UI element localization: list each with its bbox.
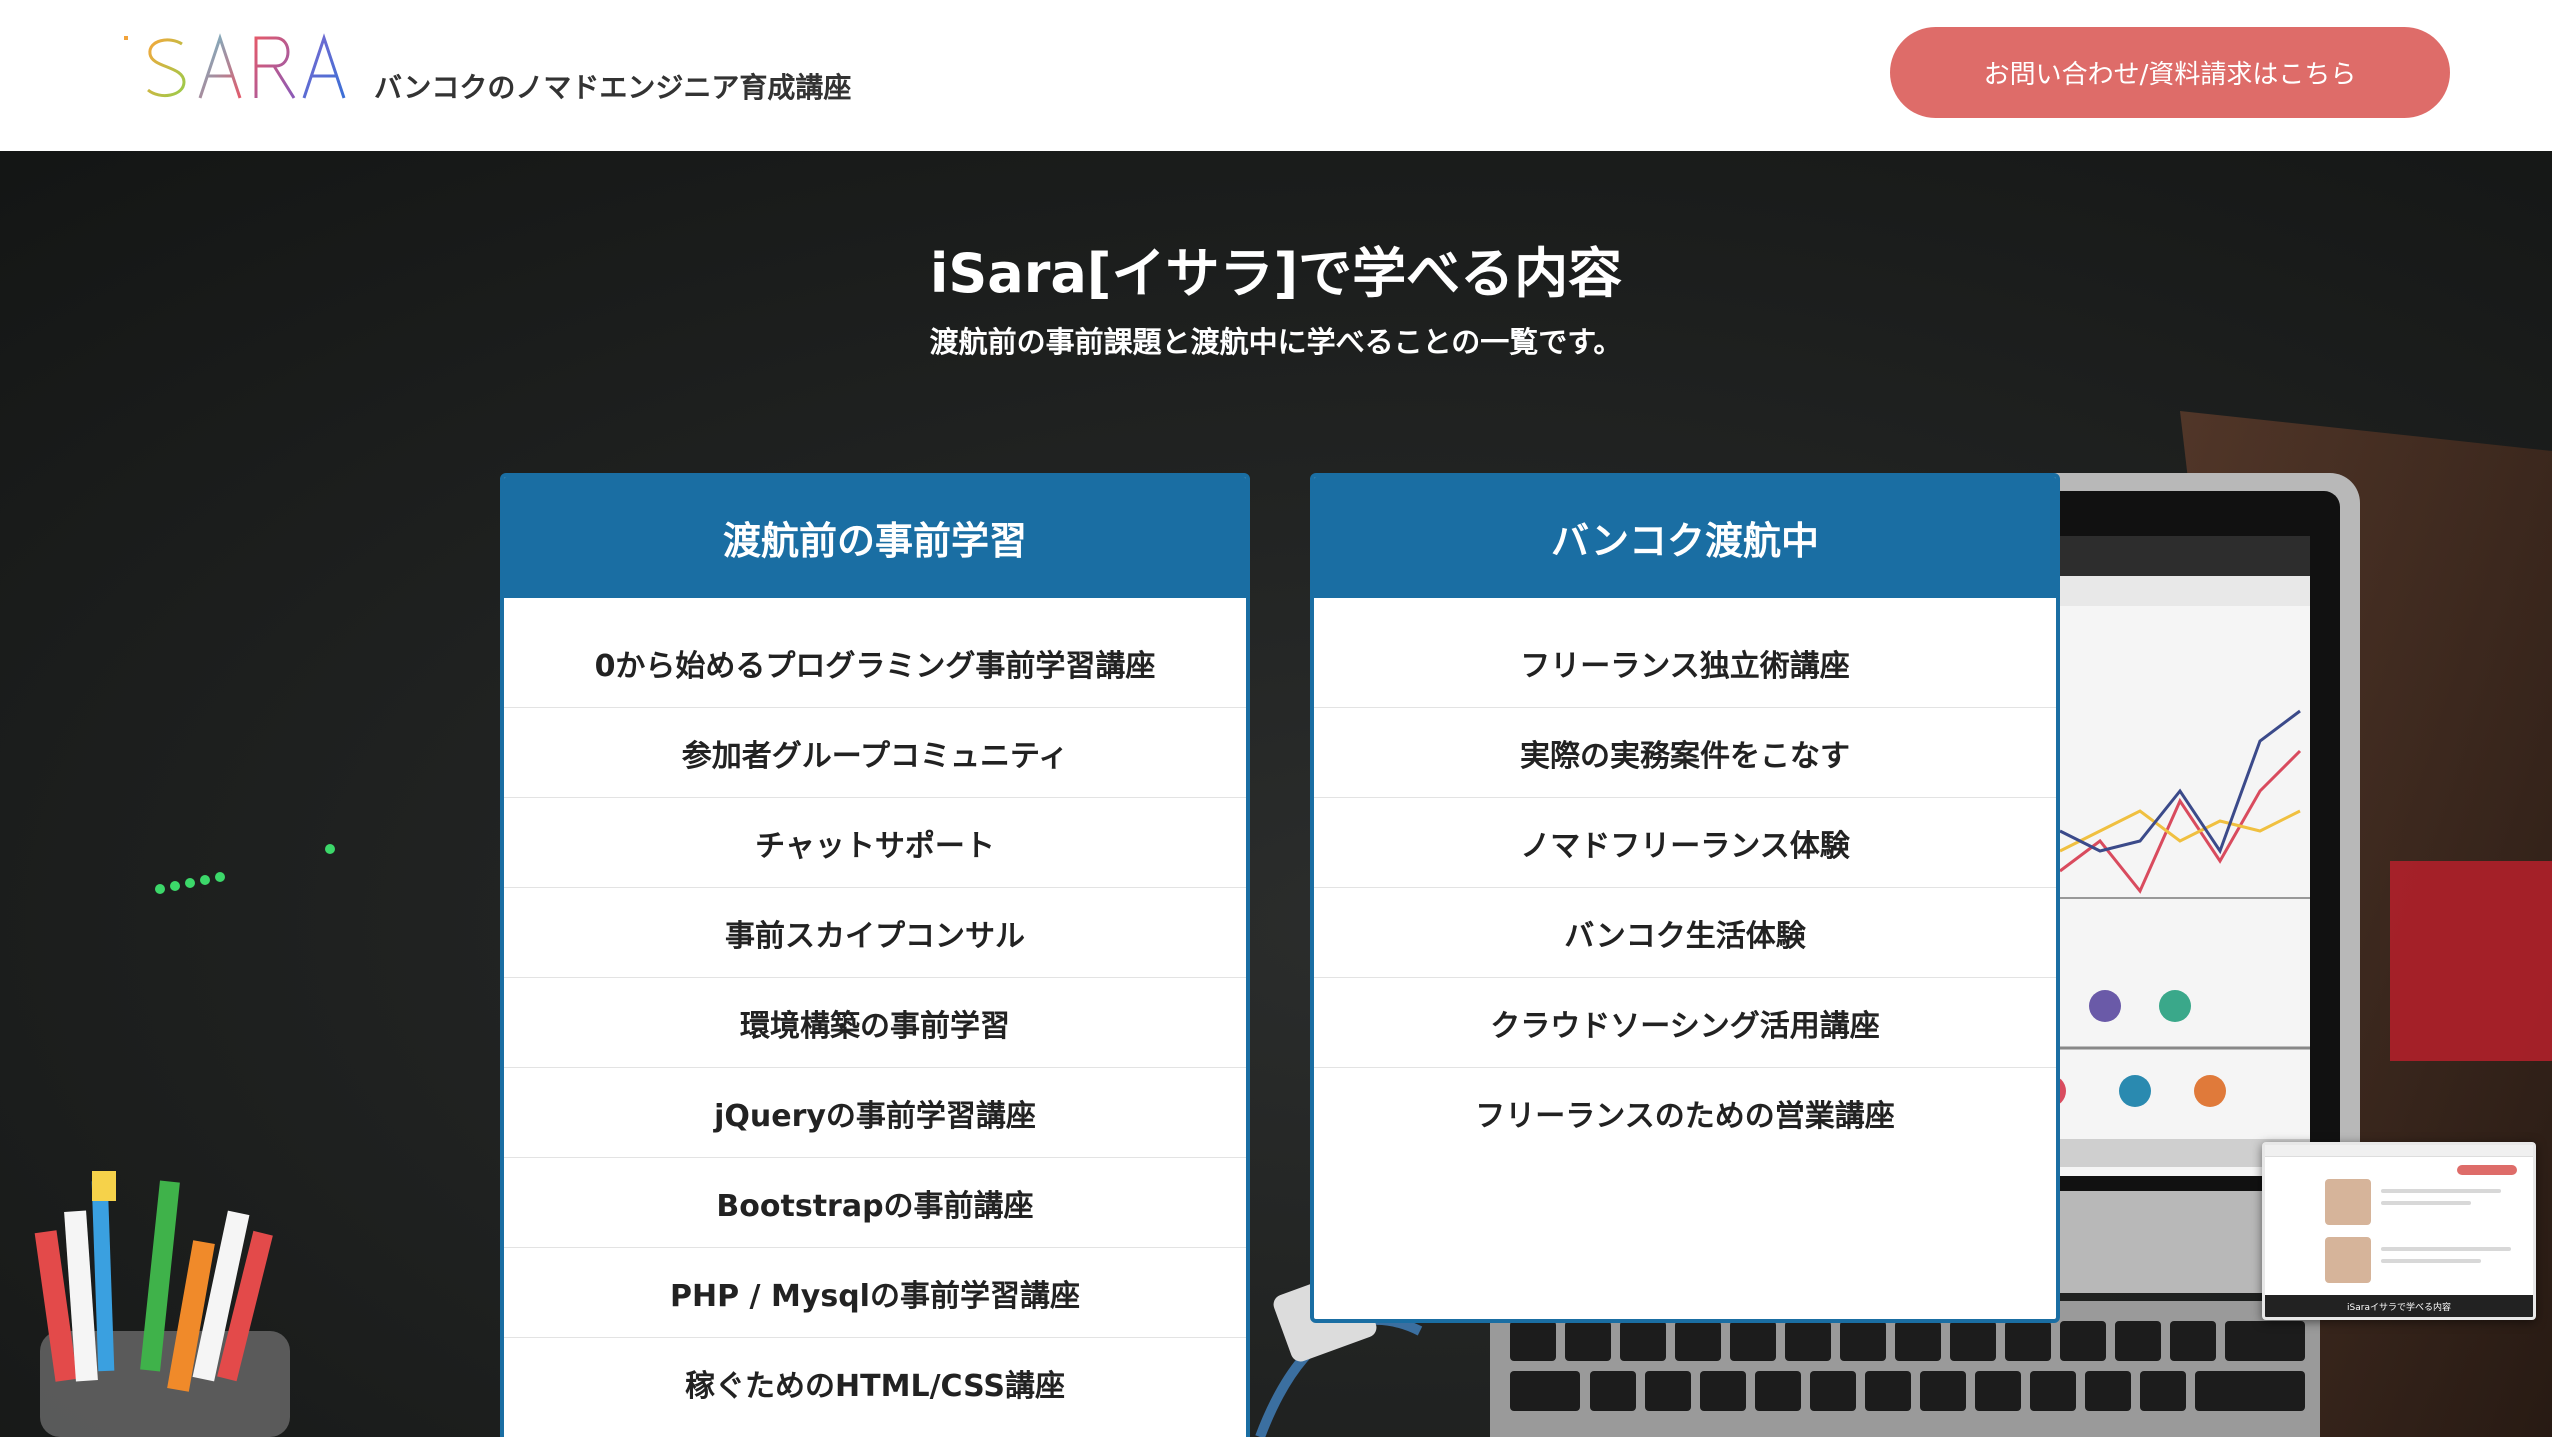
list-item: 事前スカイプコンサル bbox=[504, 888, 1246, 978]
thumbnail-cta bbox=[2457, 1165, 2517, 1175]
thumbnail-portrait bbox=[2325, 1179, 2371, 1225]
list-item: PHP / Mysqlの事前学習講座 bbox=[504, 1248, 1246, 1338]
list-item: クラウドソーシング活用講座 bbox=[1314, 978, 2056, 1068]
list-item: フリーランス独立術講座 bbox=[1314, 618, 2056, 708]
pre-departure-panel: 渡航前の事前学習 0から始めるプログラミング事前学習講座 参加者グループコミュニ… bbox=[500, 473, 1250, 1437]
list-item: 参加者グループコミュニティ bbox=[504, 708, 1246, 798]
thumbnail-text-line bbox=[2381, 1201, 2471, 1205]
thumbnail-text-line bbox=[2381, 1247, 2511, 1251]
site-tagline: バンコクのノマドエンジニア育成講座 bbox=[374, 71, 852, 104]
list-item: 稼ぐためのHTML/CSS講座 bbox=[685, 1369, 1065, 1404]
course-content-section: iSara[イサラ]で学べる内容 渡航前の事前課題と渡航中に学べることの一覧です… bbox=[0, 151, 2552, 1437]
list-item: チャットサポート bbox=[504, 798, 1246, 888]
list-item: 環境構築の事前学習 bbox=[504, 978, 1246, 1068]
list-item: jQueryの事前学習講座 bbox=[504, 1068, 1246, 1158]
thumbnail-toolbar bbox=[2265, 1145, 2533, 1157]
in-bangkok-list: フリーランス独立術講座 実際の実務案件をこなす ノマドフリーランス体験 バンコク… bbox=[1314, 598, 2056, 1158]
thumbnail-footer: iSaraイサラで学べる内容 bbox=[2265, 1295, 2533, 1317]
list-item: バンコク生活体験 bbox=[1314, 888, 2056, 978]
list-item: 0から始めるプログラミング事前学習講座 bbox=[504, 618, 1246, 708]
contact-request-button[interactable]: お問い合わせ/資料請求はこちら bbox=[1890, 27, 2450, 118]
list-item: ノマドフリーランス体験 bbox=[1314, 798, 2056, 888]
list-item: Bootstrapの事前講座 bbox=[504, 1158, 1246, 1248]
thumbnail-text-line bbox=[2381, 1189, 2501, 1193]
section-title: iSara[イサラ]で学べる内容 bbox=[929, 242, 1623, 305]
list-item: フリーランスのための営業講座 bbox=[1475, 1099, 1895, 1134]
isara-logo[interactable] bbox=[120, 30, 360, 105]
pre-departure-list: 0から始めるプログラミング事前学習講座 参加者グループコミュニティ チャットサポ… bbox=[504, 598, 1246, 1428]
list-item: 実際の実務案件をこなす bbox=[1314, 708, 2056, 798]
site-header: バンコクのノマドエンジニア育成講座 お問い合わせ/資料請求はこちら bbox=[0, 0, 2552, 151]
panel-title: バンコク渡航中 bbox=[1314, 477, 2056, 598]
thumbnail-text-line bbox=[2381, 1259, 2481, 1263]
thumbnail-portrait bbox=[2325, 1237, 2371, 1283]
section-subtitle: 渡航前の事前課題と渡航中に学べることの一覧です。 bbox=[929, 325, 1623, 359]
page-preview-thumbnail[interactable]: iSaraイサラで学べる内容 bbox=[2262, 1142, 2536, 1320]
panel-title: 渡航前の事前学習 bbox=[504, 477, 1246, 598]
in-bangkok-panel: バンコク渡航中 フリーランス独立術講座 実際の実務案件をこなす ノマドフリーラン… bbox=[1310, 473, 2060, 1323]
